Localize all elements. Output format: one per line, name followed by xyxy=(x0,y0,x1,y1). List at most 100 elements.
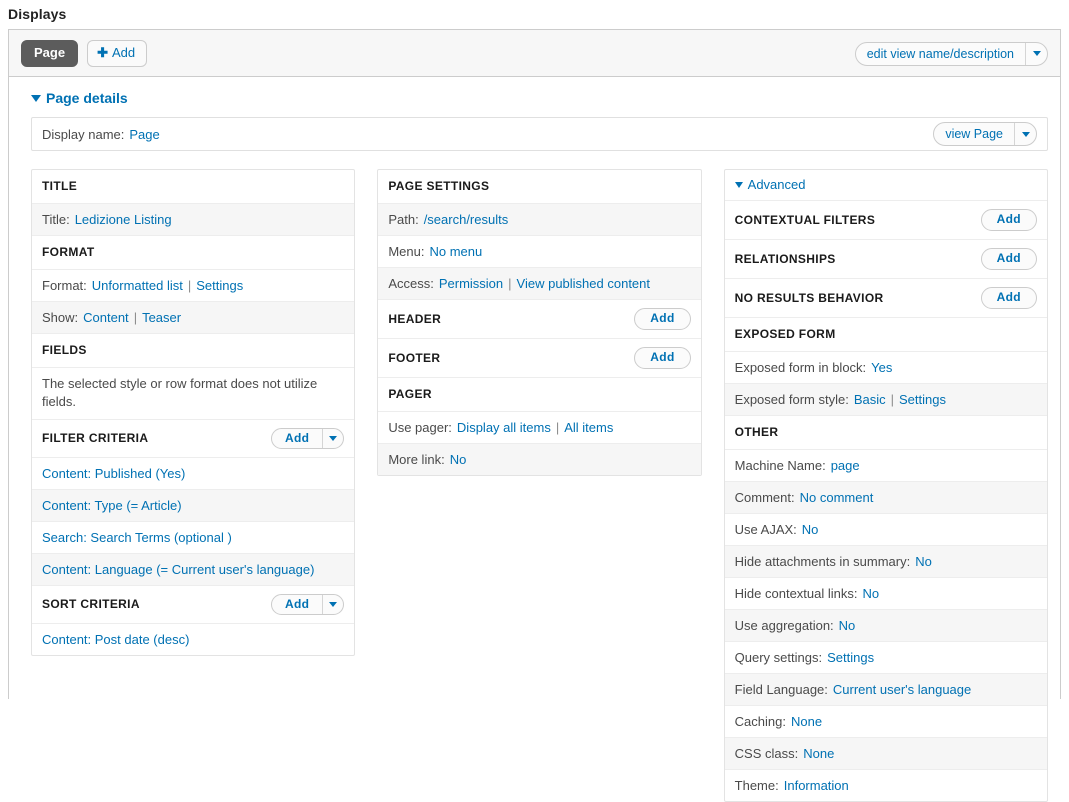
row-hide-attachments: Hide attachments in summary: No xyxy=(724,546,1047,578)
chevron-down-icon[interactable] xyxy=(322,595,343,614)
separator: | xyxy=(890,392,894,407)
add-display-button[interactable]: ✚ Add xyxy=(87,40,148,67)
path-label: Path: xyxy=(388,212,419,227)
chevron-down-icon[interactable] xyxy=(1014,123,1036,145)
add-sort-criteria-button[interactable]: Add xyxy=(270,594,345,615)
caching-value[interactable]: None xyxy=(791,713,822,730)
header-section-label: HEADER xyxy=(388,311,442,326)
section-header-sort-criteria: SORT CRITERIA Add xyxy=(32,586,355,624)
edit-view-name-description-label: edit view name/description xyxy=(866,46,1014,61)
separator: | xyxy=(555,420,560,435)
add-no-results-behavior-button[interactable]: Add xyxy=(980,287,1037,309)
display-name-row: Display name: Page view Page xyxy=(31,117,1048,151)
use-ajax-value[interactable]: No xyxy=(802,521,819,538)
section-header-contextual-filters: CONTEXTUAL FILTERS Add xyxy=(724,201,1047,240)
row-more-link: More link: No xyxy=(378,444,701,475)
left-panel: TITLE Title: Ledizione Listing FORMAT Fo… xyxy=(31,169,356,656)
theme-value[interactable]: Information xyxy=(784,777,849,794)
row-hide-contextual-links: Hide contextual links: No xyxy=(724,578,1047,610)
show-value[interactable]: Content xyxy=(83,309,129,326)
view-page-label: view Page xyxy=(945,127,1003,141)
add-filter-criteria-button[interactable]: Add xyxy=(270,428,345,449)
add-footer-button[interactable]: Add xyxy=(634,347,691,369)
edit-view-name-description-button[interactable]: edit view name/description xyxy=(854,41,1048,66)
machine-name-label: Machine Name: xyxy=(734,458,826,473)
filter-item-link[interactable]: Content: Language (= Current user's lang… xyxy=(42,561,314,578)
use-pager-value[interactable]: Display all items xyxy=(457,419,551,436)
field-language-value[interactable]: Current user's language xyxy=(833,681,971,698)
comment-value[interactable]: No comment xyxy=(800,489,874,506)
use-aggregation-label: Use aggregation: xyxy=(734,618,834,633)
tab-page[interactable]: Page xyxy=(21,40,79,67)
list-item: Content: Type (= Article) xyxy=(32,490,355,522)
hide-attachments-value[interactable]: No xyxy=(915,553,932,570)
list-item: Content: Post date (desc) xyxy=(32,624,354,655)
display-tabs-bar: Page ✚ Add edit view name/description xyxy=(9,30,1060,77)
use-aggregation-value[interactable]: No xyxy=(839,617,856,634)
add-contextual-filter-button[interactable]: Add xyxy=(980,209,1037,231)
column-middle: PAGE SETTINGS Path: /search/results Menu… xyxy=(377,169,702,476)
format-value[interactable]: Unformatted list xyxy=(92,277,183,294)
section-header-other: OTHER xyxy=(724,416,1047,450)
access-value[interactable]: Permission xyxy=(439,275,503,292)
show-teaser-link[interactable]: Teaser xyxy=(142,309,181,326)
exposed-form-style-value[interactable]: Basic xyxy=(854,391,886,408)
query-settings-value[interactable]: Settings xyxy=(827,649,874,666)
menu-value[interactable]: No menu xyxy=(429,243,482,260)
separator: | xyxy=(187,278,192,293)
column-left: TITLE Title: Ledizione Listing FORMAT Fo… xyxy=(31,169,356,656)
show-label: Show: xyxy=(42,310,79,325)
theme-label: Theme: xyxy=(734,778,779,793)
views-edit-panel: Page ✚ Add edit view name/description Pa… xyxy=(8,29,1061,802)
hide-contextual-links-value[interactable]: No xyxy=(863,585,880,602)
display-name-value[interactable]: Page xyxy=(129,127,159,142)
row-exposed-form-style: Exposed form style: Basic | Settings xyxy=(724,384,1047,416)
exposed-form-in-block-value[interactable]: Yes xyxy=(871,359,892,376)
hide-contextual-links-label: Hide contextual links: xyxy=(734,586,858,601)
row-exposed-form-in-block: Exposed form in block: Yes xyxy=(724,352,1047,384)
comment-label: Comment: xyxy=(734,490,795,505)
add-relationship-button[interactable]: Add xyxy=(980,248,1037,270)
more-link-value[interactable]: No xyxy=(450,451,467,468)
section-header-title: TITLE xyxy=(32,170,355,204)
add-header-button[interactable]: Add xyxy=(634,308,691,330)
add-sort-criteria-label: Add xyxy=(284,597,310,611)
sort-item-link[interactable]: Content: Post date (desc) xyxy=(42,631,189,648)
page-details-heading[interactable]: Page details xyxy=(31,90,1048,106)
access-label: Access: xyxy=(388,276,434,291)
filter-item-link[interactable]: Content: Published (Yes) xyxy=(42,465,185,482)
footer-section-label: FOOTER xyxy=(388,350,441,365)
row-use-ajax: Use AJAX: No xyxy=(724,514,1047,546)
triangle-down-icon xyxy=(734,181,743,188)
column-right: Advanced CONTEXTUAL FILTERS Add RELATION… xyxy=(723,169,1048,802)
section-header-page-settings: PAGE SETTINGS xyxy=(378,170,701,204)
query-settings-label: Query settings: xyxy=(734,650,823,665)
title-value[interactable]: Ledizione Listing xyxy=(75,211,172,228)
format-label: Format: xyxy=(42,278,87,293)
css-class-label: CSS class: xyxy=(734,746,799,761)
section-header-exposed-form: EXPOSED FORM xyxy=(724,318,1047,352)
exposed-form-settings-link[interactable]: Settings xyxy=(899,391,946,408)
use-pager-label: Use pager: xyxy=(388,420,452,435)
css-class-value[interactable]: None xyxy=(803,745,834,762)
list-item: Search: Search Terms (optional ) xyxy=(32,522,355,554)
row-access: Access: Permission | View published cont… xyxy=(378,268,701,300)
advanced-heading[interactable]: Advanced xyxy=(724,170,1047,201)
view-page-button[interactable]: view Page xyxy=(933,122,1037,146)
row-comment: Comment: No comment xyxy=(724,482,1047,514)
filter-criteria-label: FILTER CRITERIA xyxy=(42,431,149,445)
access-detail-link[interactable]: View published content xyxy=(517,275,650,292)
advanced-heading-label: Advanced xyxy=(747,177,806,192)
use-pager-detail-link[interactable]: All items xyxy=(564,419,613,436)
chevron-down-icon[interactable] xyxy=(1025,42,1047,65)
row-format: Format: Unformatted list | Settings xyxy=(32,270,355,302)
filter-item-link[interactable]: Content: Type (= Article) xyxy=(42,497,182,514)
machine-name-value[interactable]: page xyxy=(831,457,860,474)
triangle-down-icon xyxy=(31,94,41,102)
relationships-label: RELATIONSHIPS xyxy=(734,251,836,266)
filter-item-link[interactable]: Search: Search Terms (optional ) xyxy=(42,529,232,546)
chevron-down-icon[interactable] xyxy=(322,429,343,448)
path-value[interactable]: /search/results xyxy=(424,211,509,228)
section-header-fields: FIELDS xyxy=(32,334,355,368)
format-settings-link[interactable]: Settings xyxy=(196,277,243,294)
